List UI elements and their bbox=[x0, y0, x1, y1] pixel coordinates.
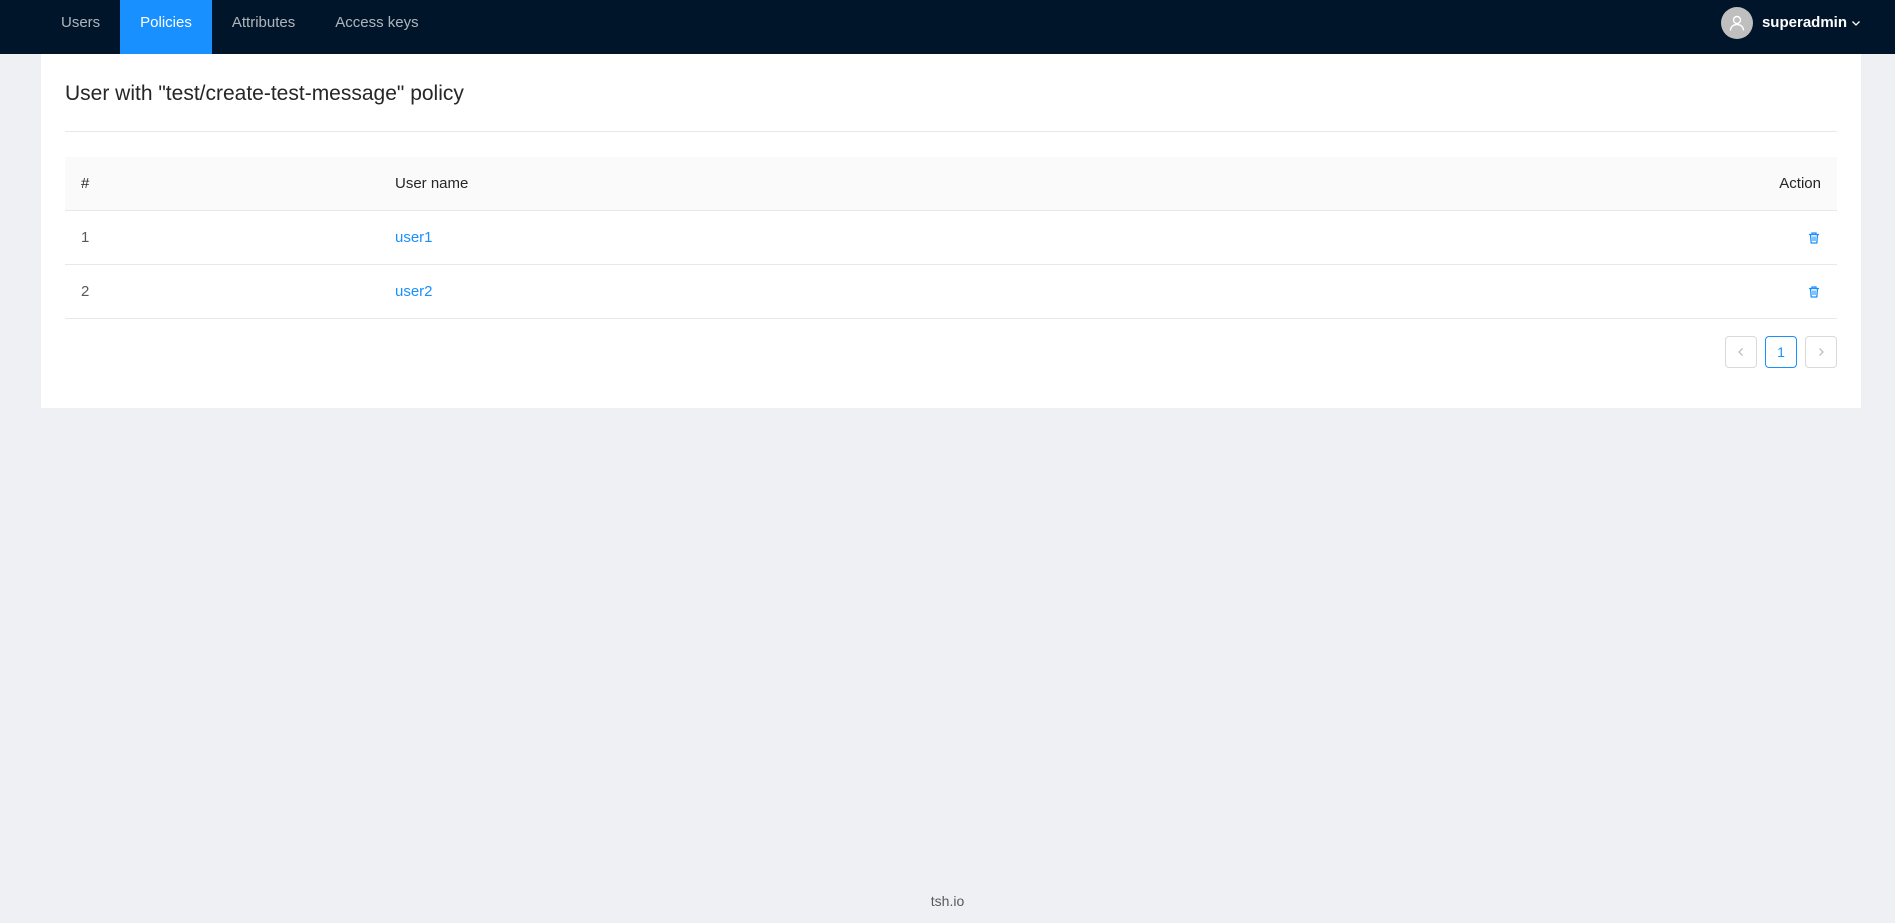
top-navigation-bar: Users Policies Attributes Access keys su… bbox=[0, 0, 1895, 54]
chevron-left-icon bbox=[1738, 348, 1743, 356]
table-row: 1 user1 bbox=[65, 211, 1837, 265]
chevron-right-icon bbox=[1819, 348, 1824, 356]
prev-page-button[interactable] bbox=[1725, 336, 1757, 368]
delete-icon[interactable] bbox=[1807, 231, 1821, 245]
table-header: # User name Action bbox=[65, 157, 1837, 211]
page-title: User with "test/create-test-message" pol… bbox=[65, 82, 464, 105]
username[interactable]: superadmin bbox=[1762, 14, 1847, 31]
row-index: 2 bbox=[81, 283, 90, 300]
footer-text: tsh.io bbox=[930, 893, 965, 909]
user-name-link[interactable]: user1 bbox=[395, 229, 433, 246]
user-menu[interactable]: superadmin bbox=[1720, 6, 1861, 39]
nav-item-policies[interactable]: Policies bbox=[120, 0, 212, 54]
column-header-action: Action bbox=[1779, 175, 1821, 192]
next-page-button[interactable] bbox=[1805, 336, 1837, 368]
main-nav: Users Policies Attributes Access keys bbox=[41, 0, 439, 54]
user-icon bbox=[1729, 15, 1745, 31]
chevron-down-icon[interactable] bbox=[1851, 18, 1861, 28]
nav-item-users[interactable]: Users bbox=[41, 0, 120, 54]
page-button-current[interactable]: 1 bbox=[1765, 336, 1797, 368]
avatar[interactable] bbox=[1720, 6, 1753, 39]
title-divider bbox=[65, 131, 1837, 132]
table-row: 2 user2 bbox=[65, 265, 1837, 319]
content-card: User with "test/create-test-message" pol… bbox=[41, 54, 1861, 408]
user-name-link[interactable]: user2 bbox=[395, 283, 433, 300]
users-table: # User name Action 1 user1 2 user2 bbox=[65, 157, 1837, 319]
row-index: 1 bbox=[81, 229, 90, 246]
pagination: 1 bbox=[1725, 336, 1837, 368]
nav-item-access-keys[interactable]: Access keys bbox=[315, 0, 438, 54]
column-header-user-name: User name bbox=[395, 175, 469, 192]
nav-item-attributes[interactable]: Attributes bbox=[212, 0, 315, 54]
column-header-index: # bbox=[81, 175, 90, 192]
delete-icon[interactable] bbox=[1807, 285, 1821, 299]
